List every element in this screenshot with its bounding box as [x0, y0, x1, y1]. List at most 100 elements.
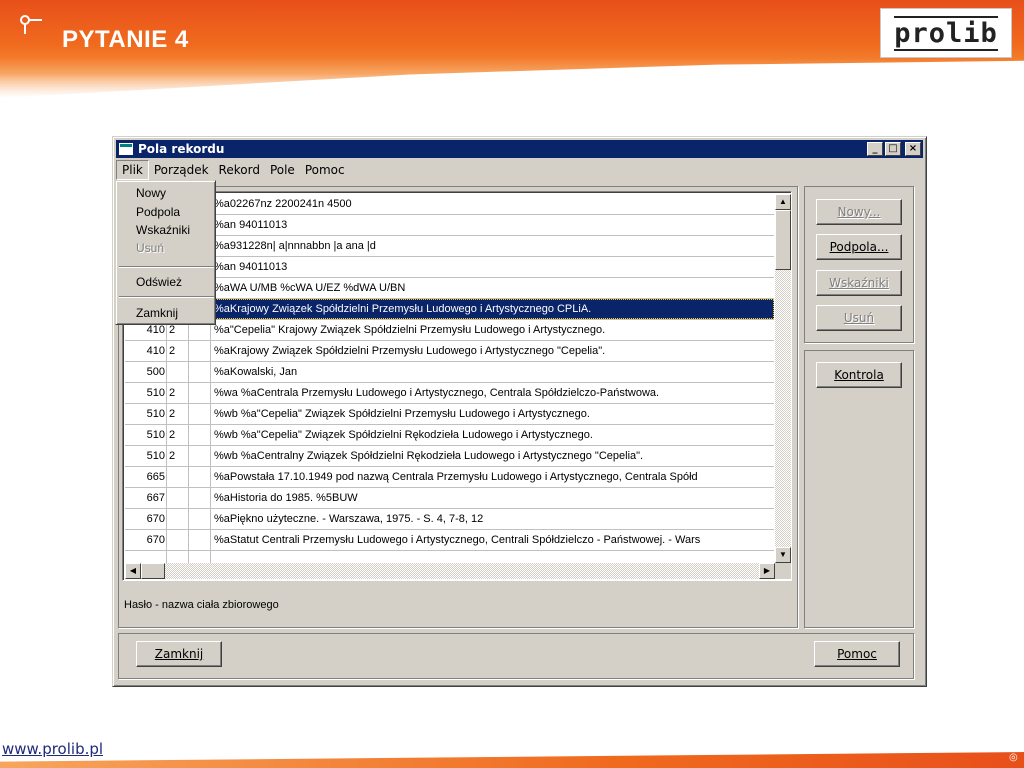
control-button[interactable]: Kontrola: [816, 362, 902, 388]
grid-cell-value[interactable]: %a"Cepelia" Krajowy Związek Spółdzielni …: [211, 320, 774, 340]
grid-cell-indicator-1[interactable]: 2: [167, 404, 189, 424]
grid-cell-indicator-2[interactable]: [189, 467, 211, 487]
grid-cell-tag[interactable]: 510: [125, 383, 167, 403]
grid-cell-indicator-1[interactable]: 2: [167, 425, 189, 445]
scroll-right-icon[interactable]: ▶: [759, 563, 775, 579]
vertical-scroll-thumb[interactable]: [775, 210, 791, 270]
horizontal-scroll-thumb[interactable]: [141, 563, 165, 579]
grid-row[interactable]: [125, 551, 774, 563]
help-button[interactable]: Pomoc: [814, 641, 900, 667]
scroll-up-icon[interactable]: ▲: [775, 194, 791, 210]
indicators-button[interactable]: Wskaźniki: [816, 270, 902, 296]
grid-cell-indicator-2[interactable]: [189, 425, 211, 445]
grid-row[interactable]: %an 94011013: [125, 215, 774, 236]
grid-cell-value[interactable]: [211, 551, 774, 563]
close-button[interactable]: ×: [905, 142, 921, 156]
grid-row[interactable]: 670 %aPiękno użyteczne. - Warszawa, 1975.…: [125, 509, 774, 530]
grid-row[interactable]: 510 2 %wb %aCentralny Związek Spółdzielni …: [125, 446, 774, 467]
grid-cell-value[interactable]: %aKowalski, Jan: [211, 362, 774, 382]
grid-cell-tag[interactable]: 665: [125, 467, 167, 487]
grid-cell-indicator-1[interactable]: [167, 467, 189, 487]
menu-plik[interactable]: Plik: [116, 160, 149, 180]
grid-cell-tag[interactable]: 500: [125, 362, 167, 382]
menu-item-usun[interactable]: Usuń: [119, 240, 214, 257]
delete-field-button[interactable]: Usuń: [816, 305, 902, 331]
menu-item-wskazniki[interactable]: Wskaźniki: [119, 222, 214, 239]
grid-cell-value[interactable]: %wb %aCentralny Związek Spółdzielni Ręko…: [211, 446, 774, 466]
grid-cell-indicator-1[interactable]: [167, 509, 189, 529]
grid-cell-indicator-2[interactable]: [189, 551, 211, 563]
window-titlebar[interactable]: Pola rekordu _ □ ×: [116, 140, 923, 158]
scroll-left-icon[interactable]: ◀: [125, 563, 141, 579]
menu-item-nowy[interactable]: Nowy: [119, 185, 214, 202]
grid-row[interactable]: 665 %aPowstała 17.10.1949 pod nazwą Centr…: [125, 467, 774, 488]
grid-row[interactable]: 410 2 %a"Cepelia" Krajowy Związek Spółdzie…: [125, 320, 774, 341]
grid-row[interactable]: 500 %aKowalski, Jan: [125, 362, 774, 383]
subfields-button[interactable]: Podpola...: [816, 234, 902, 260]
grid-row[interactable]: %a02267nz 2200241n 4500: [125, 194, 774, 215]
grid-cell-tag[interactable]: 670: [125, 530, 167, 550]
grid-cell-value[interactable]: %aKrajowy Związek Spółdzielni Przemysłu …: [211, 299, 774, 319]
grid-cell-indicator-1[interactable]: [167, 551, 189, 563]
grid-cell-value[interactable]: %wb %a"Cepelia" Związek Spółdzielni Prze…: [211, 404, 774, 424]
grid-cell-tag[interactable]: 670: [125, 509, 167, 529]
minimize-button[interactable]: _: [867, 142, 883, 156]
grid-cell-indicator-2[interactable]: [189, 446, 211, 466]
grid-row[interactable]: 667 %aHistoria do 1985. %5BUW: [125, 488, 774, 509]
grid-cell-indicator-1[interactable]: 2: [167, 446, 189, 466]
grid-cell-indicator-1[interactable]: 2: [167, 341, 189, 361]
grid-cell-indicator-1[interactable]: 2: [167, 383, 189, 403]
menu-item-odswiez[interactable]: Odśwież: [119, 274, 214, 291]
grid-cell-indicator-1[interactable]: [167, 488, 189, 508]
menu-porzadek[interactable]: Porządek: [149, 160, 214, 180]
grid-cell-indicator-2[interactable]: [189, 530, 211, 550]
grid-cell-value[interactable]: %aHistoria do 1985. %5BUW: [211, 488, 774, 508]
grid-cell-indicator-1[interactable]: [167, 362, 189, 382]
maximize-button[interactable]: □: [885, 142, 901, 156]
grid-cell-value[interactable]: %aWA U/MB %cWA U/EZ %dWA U/BN: [211, 278, 774, 298]
grid-row[interactable]: %an 94011013: [125, 257, 774, 278]
menu-pole[interactable]: Pole: [265, 160, 300, 180]
menu-item-podpola[interactable]: Podpola: [119, 204, 214, 221]
grid-cell-tag[interactable]: 510: [125, 425, 167, 445]
grid-cell-value[interactable]: %aPiękno użyteczne. - Warszawa, 1975. - …: [211, 509, 774, 529]
grid-cell-indicator-2[interactable]: [189, 509, 211, 529]
menu-item-zamknij[interactable]: Zamknij: [119, 305, 214, 322]
scroll-down-icon[interactable]: ▼: [775, 547, 791, 563]
grid-cell-value[interactable]: %an 94011013: [211, 257, 774, 277]
footer-website-link[interactable]: www.prolib.pl: [2, 740, 103, 758]
grid-cell-value[interactable]: %a931228n| a|nnnabbn |a ana |d: [211, 236, 774, 256]
grid-cell-tag[interactable]: 410: [125, 341, 167, 361]
horizontal-scrollbar[interactable]: ◀ ▶: [125, 563, 775, 579]
grid-row[interactable]: 410 2 %aKrajowy Związek Spółdzielni Przemy…: [125, 341, 774, 362]
grid-cell-value[interactable]: %aPowstała 17.10.1949 pod nazwą Centrala…: [211, 467, 774, 487]
grid-cell-tag[interactable]: [125, 551, 167, 563]
grid-cell-indicator-2[interactable]: [189, 341, 211, 361]
grid-row[interactable]: %aKrajowy Związek Spółdzielni Przemysłu …: [125, 299, 774, 320]
new-field-button[interactable]: Nowy...: [816, 199, 902, 225]
close-dialog-button[interactable]: Zamknij: [136, 641, 222, 667]
menu-pomoc[interactable]: Pomoc: [300, 160, 350, 180]
grid-cell-value[interactable]: %an 94011013: [211, 215, 774, 235]
grid-cell-value[interactable]: %a02267nz 2200241n 4500: [211, 194, 774, 214]
grid-cell-tag[interactable]: 510: [125, 404, 167, 424]
grid-cell-value[interactable]: %wb %a"Cepelia" Związek Spółdzielni Ręko…: [211, 425, 774, 445]
grid-cell-indicator-1[interactable]: [167, 530, 189, 550]
grid-cell-indicator-2[interactable]: [189, 488, 211, 508]
grid-cell-indicator-2[interactable]: [189, 383, 211, 403]
grid-cell-value[interactable]: %aKrajowy Związek Spółdzielni Przemysłu …: [211, 341, 774, 361]
grid-row[interactable]: %a931228n| a|nnnabbn |a ana |d: [125, 236, 774, 257]
grid-cell-value[interactable]: %aStatut Centrali Przemysłu Ludowego i A…: [211, 530, 774, 550]
grid-row[interactable]: 670 %aStatut Centrali Przemysłu Ludowego …: [125, 530, 774, 551]
grid-row[interactable]: 510 2 %wb %a"Cepelia" Związek Spółdzielni …: [125, 425, 774, 446]
grid-cell-indicator-2[interactable]: [189, 362, 211, 382]
grid-cell-value[interactable]: %wa %aCentrala Przemysłu Ludowego i Arty…: [211, 383, 774, 403]
grid-row[interactable]: 510 2 %wa %aCentrala Przemysłu Ludowego i …: [125, 383, 774, 404]
grid-row[interactable]: 510 2 %wb %a"Cepelia" Związek Spółdzielni …: [125, 404, 774, 425]
grid-cell-indicator-2[interactable]: [189, 404, 211, 424]
vertical-scrollbar[interactable]: ▲ ▼: [775, 194, 791, 563]
grid-cell-tag[interactable]: 510: [125, 446, 167, 466]
grid-row[interactable]: %aWA U/MB %cWA U/EZ %dWA U/BN: [125, 278, 774, 299]
menu-rekord[interactable]: Rekord: [214, 160, 265, 180]
grid-cell-tag[interactable]: 667: [125, 488, 167, 508]
